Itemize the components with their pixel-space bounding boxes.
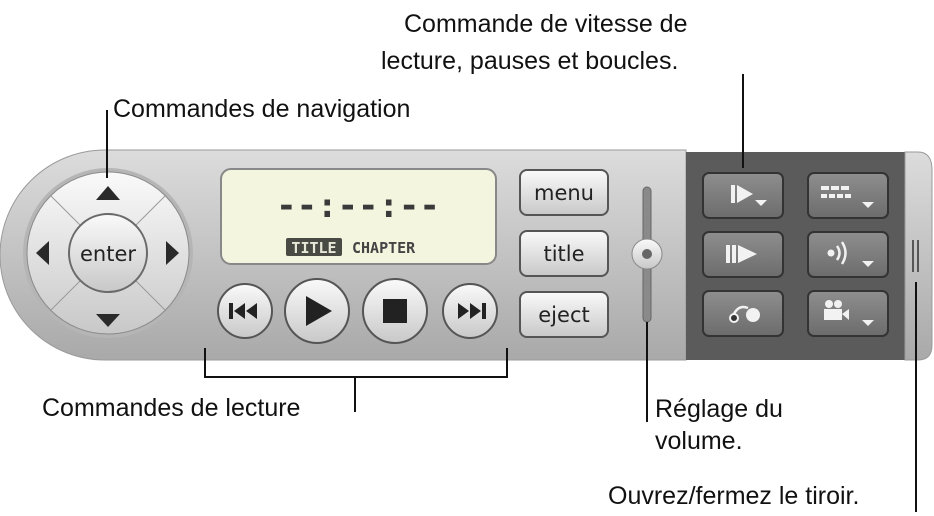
navigation-pad[interactable]: enter xyxy=(23,168,193,338)
callout-volume-line2: volume. xyxy=(655,427,743,455)
callout-speed-line1: Commande de vitesse de xyxy=(404,10,687,38)
title-badge: TITLE xyxy=(291,239,336,257)
callout-drawer: Ouvrez/fermez le tiroir. xyxy=(608,482,859,510)
dvd-controller-diagram: Commande de vitesse de lecture, pauses e… xyxy=(0,10,933,512)
time-display: --:--:-- TITLE CHAPTER xyxy=(220,168,497,265)
menu-label: menu xyxy=(534,181,594,205)
chapter-label: CHAPTER xyxy=(352,239,416,257)
audio-button[interactable] xyxy=(807,231,889,278)
enter-label: enter xyxy=(80,242,136,266)
loop-button[interactable] xyxy=(702,290,784,337)
callout-navigation: Commandes de navigation xyxy=(113,95,410,123)
title-label: title xyxy=(543,242,584,266)
eject-label: eject xyxy=(538,303,589,327)
callout-speed-line2: lecture, pauses et boucles. xyxy=(381,47,678,75)
stop-icon xyxy=(383,299,407,323)
callout-volume-line1: Réglage du xyxy=(655,395,783,423)
time-readout: --:--:-- xyxy=(276,186,440,226)
callout-playback: Commandes de lecture xyxy=(42,394,300,422)
